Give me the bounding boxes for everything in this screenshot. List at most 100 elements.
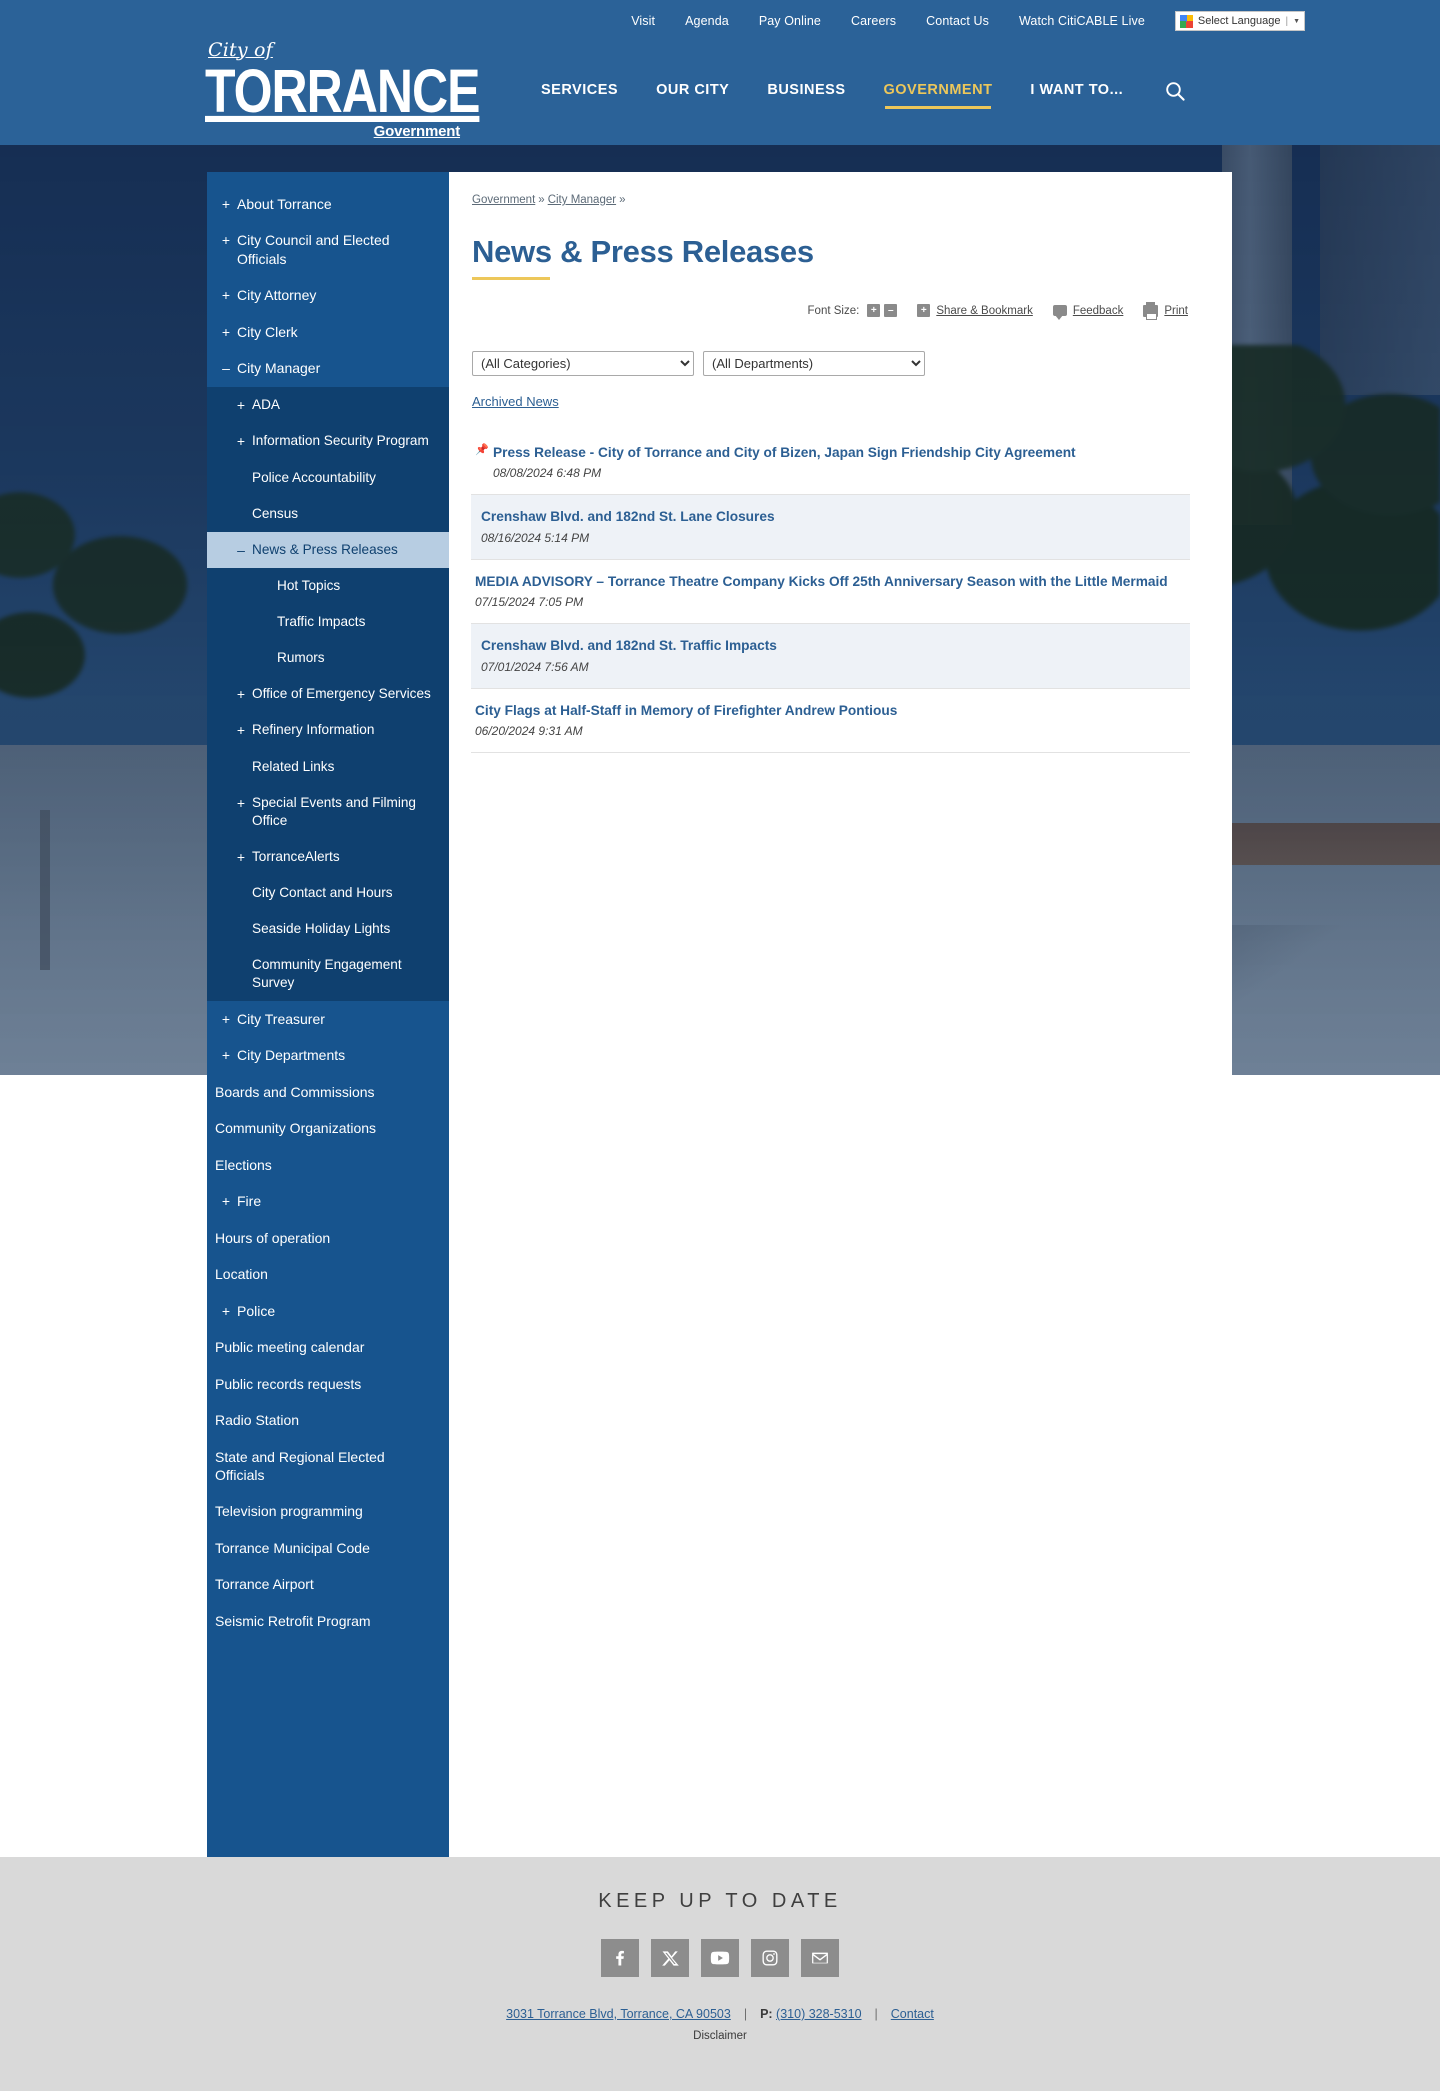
expand-icon[interactable]: +: [215, 286, 237, 304]
archived-news-link[interactable]: Archived News: [471, 394, 559, 409]
topbar-link-careers[interactable]: Careers: [851, 14, 896, 28]
sidebar-item-city-attorney[interactable]: + City Attorney: [207, 277, 449, 313]
footer-address-link[interactable]: 3031 Torrance Blvd, Torrance, CA 90503: [506, 2007, 731, 2021]
expand-icon[interactable]: +: [215, 1302, 237, 1320]
sidebar-item-seaside-holiday-lights[interactable]: Seaside Holiday Lights: [207, 911, 449, 947]
topbar-link-visit[interactable]: Visit: [631, 14, 655, 28]
news-item-title[interactable]: MEDIA ADVISORY – Torrance Theatre Compan…: [475, 573, 1176, 591]
nav-item-government[interactable]: GOVERNMENT: [884, 82, 993, 109]
sidebar-item-news-press-releases[interactable]: – News & Press Releases: [207, 531, 449, 569]
topbar-link-watch-citicable-live[interactable]: Watch CitiCABLE Live: [1019, 14, 1145, 28]
search-icon[interactable]: [1164, 80, 1186, 102]
expand-icon[interactable]: +: [230, 432, 252, 450]
sidebar-item-location[interactable]: Location: [207, 1256, 449, 1292]
sidebar-item-public-records-requests[interactable]: Public records requests: [207, 1366, 449, 1402]
sidebar-item-information-security-program[interactable]: + Information Security Program: [207, 423, 449, 460]
email-icon[interactable]: [801, 1939, 839, 1977]
feedback-label[interactable]: Feedback: [1073, 305, 1124, 317]
share-bookmark-label[interactable]: Share & Bookmark: [936, 305, 1033, 317]
news-item-title[interactable]: Crenshaw Blvd. and 182nd St. Lane Closur…: [481, 508, 1176, 526]
site-logo[interactable]: City of TORRANCE Government: [205, 40, 480, 139]
nav-item-i-want-to[interactable]: I WANT TO...: [1030, 82, 1123, 109]
sidebar-item-ada[interactable]: + ADA: [207, 386, 449, 424]
sidebar-item-city-manager[interactable]: – City Manager: [207, 350, 449, 386]
chevron-down-icon[interactable]: ▼: [1293, 18, 1300, 25]
category-filter-select[interactable]: (All Categories): [472, 351, 694, 376]
expand-icon[interactable]: +: [215, 195, 237, 213]
sidebar-item-refinery-information[interactable]: + Refinery Information: [207, 712, 449, 749]
nav-item-business[interactable]: BUSINESS: [767, 82, 845, 109]
sidebar-item-torrancealerts[interactable]: + TorranceAlerts: [207, 838, 449, 876]
sidebar-item-city-contact-and-hours[interactable]: City Contact and Hours: [207, 875, 449, 912]
font-decrease-button[interactable]: –: [884, 304, 898, 317]
news-item[interactable]: City Flags at Half-Staff in Memory of Fi…: [471, 689, 1190, 754]
expand-icon[interactable]: +: [215, 231, 237, 249]
expand-icon[interactable]: +: [215, 1010, 237, 1028]
sidebar-item-community-engagement-survey[interactable]: Community Engagement Survey: [207, 947, 449, 1001]
expand-icon[interactable]: +: [215, 323, 237, 341]
news-item[interactable]: Crenshaw Blvd. and 182nd St. Traffic Imp…: [471, 624, 1190, 689]
collapse-icon[interactable]: –: [215, 359, 237, 377]
news-item-title[interactable]: Crenshaw Blvd. and 182nd St. Traffic Imp…: [481, 637, 1176, 655]
breadcrumb-item-city-manager[interactable]: City Manager: [548, 194, 616, 206]
sidebar-item-elections[interactable]: Elections: [207, 1147, 449, 1183]
sidebar-item-city-treasurer[interactable]: + City Treasurer: [207, 1001, 449, 1037]
footer-phone-link[interactable]: (310) 328-5310: [776, 2007, 861, 2021]
instagram-icon[interactable]: [751, 1939, 789, 1977]
collapse-icon[interactable]: –: [230, 541, 252, 559]
expand-icon[interactable]: +: [215, 1046, 237, 1064]
breadcrumb-item-government[interactable]: Government: [472, 194, 535, 206]
topbar-link-agenda[interactable]: Agenda: [685, 14, 729, 28]
expand-icon[interactable]: +: [230, 721, 252, 739]
sidebar-item-city-council-and-elected-officials[interactable]: + City Council and Elected Officials: [207, 222, 449, 277]
topbar-link-pay-online[interactable]: Pay Online: [759, 14, 821, 28]
sidebar-item-radio-station[interactable]: Radio Station: [207, 1402, 449, 1438]
sidebar-item-hot-topics[interactable]: Hot Topics: [207, 568, 449, 605]
nav-item-services[interactable]: SERVICES: [541, 82, 618, 109]
print-label[interactable]: Print: [1164, 305, 1188, 317]
sidebar-item-about-torrance[interactable]: + About Torrance: [207, 186, 449, 222]
sidebar-item-seismic-retrofit-program[interactable]: Seismic Retrofit Program: [207, 1603, 449, 1639]
sidebar-item-fire[interactable]: + Fire: [207, 1183, 449, 1219]
sidebar-item-hours-of-operation[interactable]: Hours of operation: [207, 1220, 449, 1256]
news-item[interactable]: 📌 Press Release - City of Torrance and Ci…: [471, 431, 1190, 496]
expand-icon[interactable]: +: [230, 685, 252, 703]
sidebar-item-rumors[interactable]: Rumors: [207, 639, 449, 676]
news-item-title[interactable]: Press Release - City of Torrance and Cit…: [493, 444, 1176, 462]
expand-icon[interactable]: +: [215, 1192, 237, 1210]
sidebar-item-city-clerk[interactable]: + City Clerk: [207, 314, 449, 350]
topbar-link-contact-us[interactable]: Contact Us: [926, 14, 989, 28]
nav-item-our-city[interactable]: OUR CITY: [656, 82, 729, 109]
news-item[interactable]: Crenshaw Blvd. and 182nd St. Lane Closur…: [471, 495, 1190, 560]
share-bookmark-button[interactable]: + Share & Bookmark: [917, 304, 1033, 317]
sidebar-item-traffic-impacts[interactable]: Traffic Impacts: [207, 604, 449, 640]
news-item[interactable]: MEDIA ADVISORY – Torrance Theatre Compan…: [471, 560, 1190, 625]
youtube-icon[interactable]: [701, 1939, 739, 1977]
sidebar-item-city-departments[interactable]: + City Departments: [207, 1037, 449, 1073]
sidebar-item-community-organizations[interactable]: Community Organizations: [207, 1110, 449, 1146]
font-increase-button[interactable]: +: [867, 304, 881, 317]
facebook-icon[interactable]: [601, 1939, 639, 1977]
department-filter-select[interactable]: (All Departments): [703, 351, 925, 376]
sidebar-item-police-accountability[interactable]: Police Accountability: [207, 459, 449, 496]
sidebar-item-office-of-emergency-services[interactable]: + Office of Emergency Services: [207, 675, 449, 713]
x-twitter-icon[interactable]: [651, 1939, 689, 1977]
expand-icon[interactable]: +: [230, 794, 252, 812]
expand-icon[interactable]: +: [230, 848, 252, 866]
sidebar-item-torrance-airport[interactable]: Torrance Airport: [207, 1566, 449, 1602]
sidebar-item-police[interactable]: + Police: [207, 1293, 449, 1329]
sidebar-item-boards-and-commissions[interactable]: Boards and Commissions: [207, 1074, 449, 1110]
expand-icon[interactable]: +: [230, 396, 252, 414]
news-item-title[interactable]: City Flags at Half-Staff in Memory of Fi…: [475, 702, 1176, 720]
language-selector[interactable]: Select Language | ▼: [1174, 11, 1305, 31]
sidebar-item-torrance-municipal-code[interactable]: Torrance Municipal Code: [207, 1530, 449, 1566]
sidebar-item-public-meeting-calendar[interactable]: Public meeting calendar: [207, 1329, 449, 1365]
feedback-button[interactable]: Feedback: [1052, 305, 1124, 320]
print-button[interactable]: Print: [1143, 301, 1188, 320]
footer-contact-link[interactable]: Contact: [891, 2007, 934, 2021]
sidebar-item-television-programming[interactable]: Television programming: [207, 1493, 449, 1529]
sidebar-item-census[interactable]: Census: [207, 495, 449, 532]
sidebar-item-state-and-regional-elected-officials[interactable]: State and Regional Elected Officials: [207, 1439, 449, 1494]
sidebar-item-special-events-and-filming-office[interactable]: + Special Events and Filming Office: [207, 784, 449, 839]
sidebar-item-related-links[interactable]: Related Links: [207, 748, 449, 785]
